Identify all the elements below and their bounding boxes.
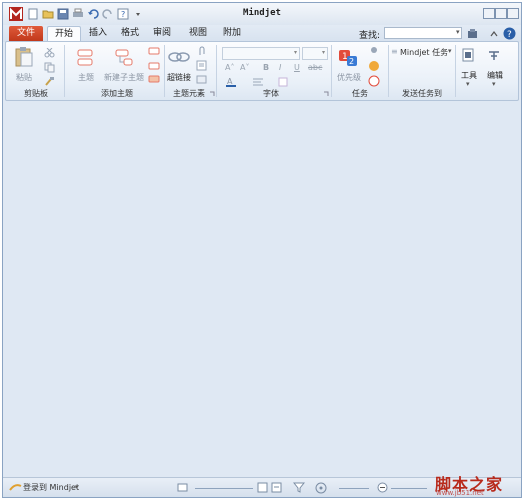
group-tasks-label: 任务: [352, 89, 368, 98]
group-separator: [331, 45, 332, 97]
svg-text:?: ?: [507, 30, 512, 40]
mindjet-tasks-dropdown[interactable]: Mindjet 任务: [400, 47, 448, 58]
balance-map-icon[interactable]: [315, 482, 327, 494]
font-color-icon[interactable]: A: [225, 76, 237, 88]
edit-icon[interactable]: [487, 48, 501, 62]
close-button[interactable]: [507, 8, 519, 19]
zoom-slider-left[interactable]: [195, 488, 253, 489]
tab-format[interactable]: 格式: [117, 26, 143, 42]
svg-text:1: 1: [342, 52, 348, 62]
task-list-icon: ≡: [391, 47, 398, 56]
shrink-font-icon[interactable]: A˅: [240, 63, 249, 72]
clear-format-icon[interactable]: [278, 76, 290, 88]
topic-icon[interactable]: [76, 48, 96, 68]
group-separator: [455, 45, 456, 97]
cut-icon[interactable]: [44, 48, 55, 58]
maximize-button[interactable]: [495, 8, 507, 19]
group-separator: [216, 45, 217, 97]
dialog-launcher-icon[interactable]: [209, 91, 215, 97]
map-canvas[interactable]: [5, 101, 519, 476]
subtopic-icon[interactable]: [114, 48, 134, 68]
floating-topic-icon[interactable]: [148, 61, 160, 71]
progress-icon[interactable]: [368, 60, 380, 72]
tab-insert[interactable]: 插入: [85, 26, 111, 42]
group-clipboard-label: 剪贴板: [24, 89, 48, 98]
priority-icon[interactable]: 12: [338, 48, 358, 68]
due-date-icon[interactable]: [368, 75, 380, 87]
bold-button[interactable]: B: [263, 63, 269, 72]
chevron-down-icon[interactable]: ▾: [466, 80, 470, 88]
grow-font-icon[interactable]: A˄: [225, 63, 234, 72]
hyperlink-icon[interactable]: [168, 50, 190, 64]
chevron-down-icon[interactable]: ▾: [492, 80, 496, 88]
chevron-down-icon[interactable]: ▾: [75, 483, 79, 491]
ribbon-tabs: 文件 开始 插入 格式 审阅 视图 附加 查找: ▾ ?: [3, 25, 521, 43]
strikethrough-icon[interactable]: abc: [308, 63, 322, 72]
format-painter-icon[interactable]: [44, 76, 55, 87]
find-dropdown-icon[interactable]: ▾: [456, 28, 460, 36]
dialog-launcher-icon[interactable]: [323, 91, 329, 97]
svg-text:A: A: [227, 77, 233, 86]
tab-review[interactable]: 审阅: [149, 26, 175, 42]
filter-funnel-icon[interactable]: [293, 482, 305, 493]
attachment-icon[interactable]: [196, 46, 207, 57]
zoom-track[interactable]: [339, 488, 369, 489]
topic-button-label[interactable]: 主题: [72, 72, 100, 83]
tab-view[interactable]: 视图: [185, 26, 211, 42]
paste-button-label[interactable]: 粘贴: [11, 72, 37, 83]
relationship-topic-icon[interactable]: [148, 75, 160, 85]
tools-icon[interactable]: [461, 48, 475, 62]
notes-icon[interactable]: [196, 60, 207, 71]
subtopic-button-label[interactable]: 新建子主题: [102, 72, 146, 83]
italic-button[interactable]: I: [279, 63, 281, 72]
font-size-select[interactable]: ▾: [302, 47, 328, 60]
zoom-slider[interactable]: [391, 488, 427, 489]
svg-text:2: 2: [349, 57, 354, 66]
group-send-tasks-label: 发送任务到: [402, 89, 442, 98]
fit-map-icon[interactable]: [257, 482, 268, 493]
group-font-label: 字体: [263, 89, 279, 98]
ribbon-home: 粘贴 剪贴板 主题 新建子主题 添加主题 超链接 主题元素 ▾ ▾ A˄ A˅ …: [5, 41, 519, 101]
zoom-out-icon[interactable]: [377, 482, 388, 493]
group-separator: [388, 45, 389, 97]
collapse-ribbon-icon[interactable]: [489, 29, 499, 38]
tab-file[interactable]: 文件: [9, 26, 43, 41]
hyperlink-button-label[interactable]: 超链接: [164, 72, 194, 83]
login-icon[interactable]: [9, 482, 22, 493]
priority-button-label[interactable]: 优先级: [334, 72, 364, 83]
resource-icon[interactable]: [368, 46, 380, 57]
find-label: 查找:: [359, 31, 381, 41]
window-title: Mindjet: [243, 8, 281, 18]
group-topic-elements-label: 主题元素: [173, 89, 205, 98]
align-icon[interactable]: [252, 78, 268, 86]
image-icon[interactable]: [196, 74, 207, 85]
watermark-url: www.jb51.net: [436, 489, 484, 497]
font-family-select[interactable]: ▾: [222, 47, 300, 60]
minimize-button[interactable]: [483, 8, 495, 19]
title-bar: ? Mindjet: [3, 3, 521, 25]
app-window: ? Mindjet 文件 开始 插入 格式 审阅 视图 附加 查找: ▾ ? 粘…: [2, 2, 522, 498]
help-circle-icon[interactable]: ?: [503, 27, 516, 40]
find-input[interactable]: [384, 27, 462, 39]
tab-addins[interactable]: 附加: [219, 26, 245, 42]
copy-icon[interactable]: [44, 62, 55, 73]
underline-button[interactable]: U: [294, 63, 300, 72]
chevron-down-icon[interactable]: ▾: [448, 47, 452, 55]
paste-icon[interactable]: [14, 46, 34, 68]
view-mode-icon[interactable]: [271, 482, 282, 493]
login-status[interactable]: 登录到 Mindjet: [23, 482, 79, 493]
group-separator: [64, 45, 65, 97]
callout-topic-icon[interactable]: [148, 47, 160, 57]
filter-icon[interactable]: [177, 482, 188, 493]
group-add-topic-label: 添加主题: [101, 89, 133, 98]
share-icon[interactable]: [467, 28, 479, 39]
